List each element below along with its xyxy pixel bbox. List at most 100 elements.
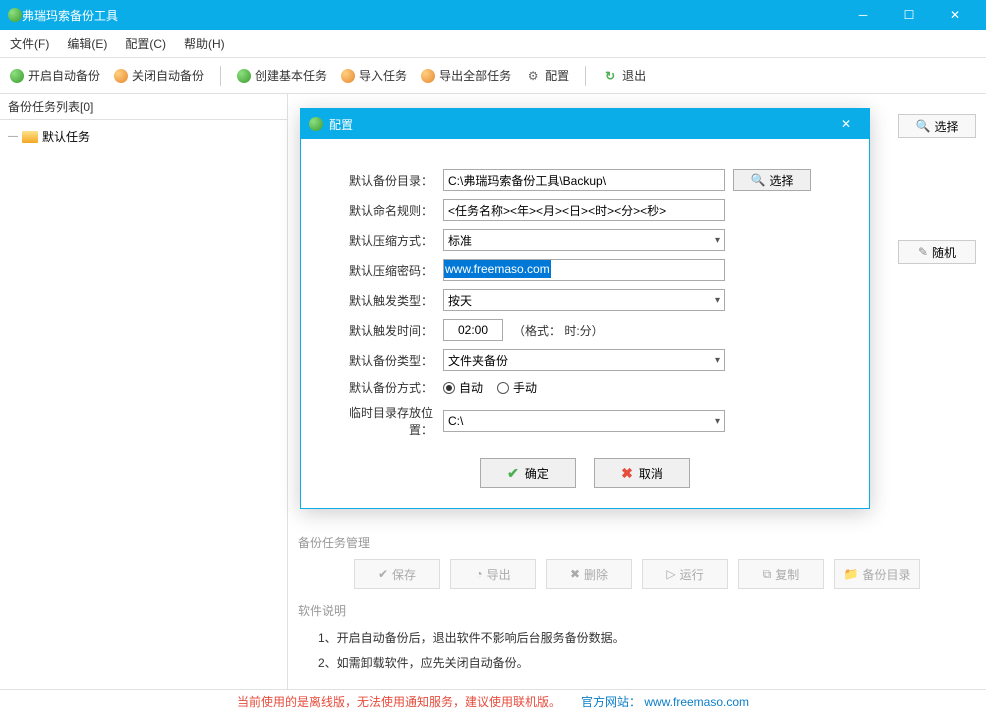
app-icon bbox=[8, 8, 22, 22]
label-temp-dir: 临时目录存放位置： bbox=[331, 404, 443, 438]
radio-icon bbox=[443, 382, 455, 394]
dialog-titlebar[interactable]: 配置 ✕ bbox=[301, 109, 869, 139]
search-icon: 🔍 bbox=[751, 173, 766, 187]
sidebar: 备份任务列表[0] — 默认任务 bbox=[0, 94, 288, 689]
radio-auto[interactable]: 自动 bbox=[443, 379, 483, 396]
label-compress-mode: 默认压缩方式： bbox=[331, 232, 443, 249]
chevron-down-icon: ▾ bbox=[715, 295, 720, 306]
select-backup-type[interactable]: 文件夹备份 ▾ bbox=[443, 349, 725, 371]
menu-file[interactable]: 文件(F) bbox=[10, 35, 49, 52]
x-icon: ✖ bbox=[621, 465, 633, 482]
site-label: 官方网站： bbox=[581, 695, 641, 709]
delete-icon: ✖ bbox=[570, 567, 580, 581]
dialog-icon bbox=[309, 117, 323, 131]
trigger-time-hint: （格式： 时:分） bbox=[513, 322, 604, 339]
play-icon: ▷ bbox=[666, 567, 675, 581]
random-button[interactable]: ✎ 随机 bbox=[898, 240, 976, 264]
separator bbox=[585, 66, 586, 86]
label-naming-rule: 默认命名规则： bbox=[331, 202, 443, 219]
copy-icon: ⧉ bbox=[763, 567, 772, 582]
label-backup-type: 默认备份类型： bbox=[331, 352, 443, 369]
label-trigger-time: 默认触发时间： bbox=[331, 322, 443, 339]
radio-icon bbox=[497, 382, 509, 394]
ok-button[interactable]: ✔ 确定 bbox=[480, 458, 576, 488]
folder-icon bbox=[22, 131, 38, 143]
site-url-link[interactable]: www.freemaso.com bbox=[644, 695, 749, 709]
select-temp-dir[interactable]: C:\ ▾ bbox=[443, 410, 725, 432]
exit-icon: ↻ bbox=[602, 68, 618, 84]
dialog-title: 配置 bbox=[329, 116, 353, 133]
select-trigger-type[interactable]: 按天 ▾ bbox=[443, 289, 725, 311]
import-icon bbox=[341, 69, 355, 83]
task-management: 备份任务管理 ✔保存 ◔导出 ✖删除 ▷运行 ⧉复制 📁备份目录 bbox=[298, 534, 976, 589]
sidebar-header: 备份任务列表[0] bbox=[0, 94, 287, 120]
tree-twisty-icon[interactable]: — bbox=[8, 131, 18, 142]
desc-line-2: 2、如需卸载软件，应先关闭自动备份。 bbox=[318, 654, 976, 671]
run-button[interactable]: ▷运行 bbox=[642, 559, 728, 589]
tool-import-task[interactable]: 导入任务 bbox=[341, 67, 407, 84]
menu-help[interactable]: 帮助(H) bbox=[184, 35, 225, 52]
menu-edit[interactable]: 编辑(E) bbox=[67, 35, 107, 52]
menubar: 文件(F) 编辑(E) 配置(C) 帮助(H) bbox=[0, 30, 986, 58]
separator bbox=[220, 66, 221, 86]
export-icon: ◔ bbox=[475, 567, 482, 581]
label-compress-pwd: 默认压缩密码： bbox=[331, 262, 443, 279]
export-button[interactable]: ◔导出 bbox=[450, 559, 536, 589]
stop-icon bbox=[114, 69, 128, 83]
minimize-button[interactable]: ─ bbox=[840, 0, 886, 30]
tree-root-item[interactable]: — 默认任务 bbox=[8, 126, 279, 147]
pencil-icon: ✎ bbox=[918, 245, 928, 259]
tree-item-label: 默认任务 bbox=[42, 128, 90, 145]
label-backup-mode: 默认备份方式： bbox=[331, 379, 443, 396]
menu-config[interactable]: 配置(C) bbox=[125, 35, 166, 52]
tool-create-task[interactable]: 创建基本任务 bbox=[237, 67, 327, 84]
label-trigger-type: 默认触发类型： bbox=[331, 292, 443, 309]
statusbar: 当前使用的是离线版，无法使用通知服务，建议使用联机版。 官方网站： www.fr… bbox=[0, 689, 986, 713]
dialog-body: 默认备份目录： 🔍 选择 默认命名规则： 默认压缩方式： 标准 ▾ 默认压缩密码… bbox=[301, 139, 869, 508]
input-backup-dir[interactable] bbox=[443, 169, 725, 191]
input-trigger-time[interactable] bbox=[443, 319, 503, 341]
input-compress-pwd[interactable]: www.freemaso.com bbox=[443, 259, 725, 281]
radio-group-backup-mode: 自动 手动 bbox=[443, 379, 537, 396]
check-icon: ✔ bbox=[507, 465, 519, 482]
save-button[interactable]: ✔保存 bbox=[354, 559, 440, 589]
add-icon bbox=[237, 69, 251, 83]
tool-exit[interactable]: ↻ 退出 bbox=[602, 67, 646, 84]
task-tree[interactable]: — 默认任务 bbox=[0, 120, 287, 689]
tool-stop-auto-backup[interactable]: 关闭自动备份 bbox=[114, 67, 204, 84]
check-icon: ✔ bbox=[378, 567, 388, 581]
tool-config[interactable]: ⚙ 配置 bbox=[525, 67, 569, 84]
chevron-down-icon: ▾ bbox=[715, 416, 720, 427]
cancel-button[interactable]: ✖ 取消 bbox=[594, 458, 690, 488]
maximize-button[interactable]: ☐ bbox=[886, 0, 932, 30]
toolbar: 开启自动备份 关闭自动备份 创建基本任务 导入任务 导出全部任务 ⚙ 配置 ↻ … bbox=[0, 58, 986, 94]
right-side-buttons: 🔍 选择 ✎ 随机 bbox=[898, 114, 976, 264]
play-icon bbox=[10, 69, 24, 83]
backup-dir-button[interactable]: 📁备份目录 bbox=[834, 559, 920, 589]
radio-manual[interactable]: 手动 bbox=[497, 379, 537, 396]
label-backup-dir: 默认备份目录： bbox=[331, 172, 443, 189]
input-naming-rule[interactable] bbox=[443, 199, 725, 221]
dialog-close-button[interactable]: ✕ bbox=[831, 109, 861, 139]
choose-dir-button[interactable]: 🔍 选择 bbox=[733, 169, 811, 191]
delete-button[interactable]: ✖删除 bbox=[546, 559, 632, 589]
search-icon: 🔍 bbox=[916, 119, 931, 133]
task-buttons: ✔保存 ◔导出 ✖删除 ▷运行 ⧉复制 📁备份目录 bbox=[298, 559, 976, 589]
window-controls: ─ ☐ ✕ bbox=[840, 0, 978, 30]
dialog-actions: ✔ 确定 ✖ 取消 bbox=[331, 458, 839, 488]
select-compress-mode[interactable]: 标准 ▾ bbox=[443, 229, 725, 251]
status-warning: 当前使用的是离线版，无法使用通知服务，建议使用联机版。 bbox=[237, 693, 561, 710]
copy-button[interactable]: ⧉复制 bbox=[738, 559, 824, 589]
config-dialog: 配置 ✕ 默认备份目录： 🔍 选择 默认命名规则： 默认压缩方式： 标准 ▾ 默… bbox=[300, 108, 870, 509]
app-title: 弗瑞玛索备份工具 bbox=[22, 7, 840, 24]
close-button[interactable]: ✕ bbox=[932, 0, 978, 30]
export-icon bbox=[421, 69, 435, 83]
tool-export-all[interactable]: 导出全部任务 bbox=[421, 67, 511, 84]
gear-icon: ⚙ bbox=[525, 68, 541, 84]
task-mgmt-header: 备份任务管理 bbox=[298, 534, 976, 551]
tool-start-auto-backup[interactable]: 开启自动备份 bbox=[10, 67, 100, 84]
status-site: 官方网站： www.freemaso.com bbox=[581, 693, 749, 710]
desc-line-1: 1、开启自动备份后，退出软件不影响后台服务备份数据。 bbox=[318, 629, 976, 646]
desc-header: 软件说明 bbox=[298, 602, 976, 619]
choose-button[interactable]: 🔍 选择 bbox=[898, 114, 976, 138]
